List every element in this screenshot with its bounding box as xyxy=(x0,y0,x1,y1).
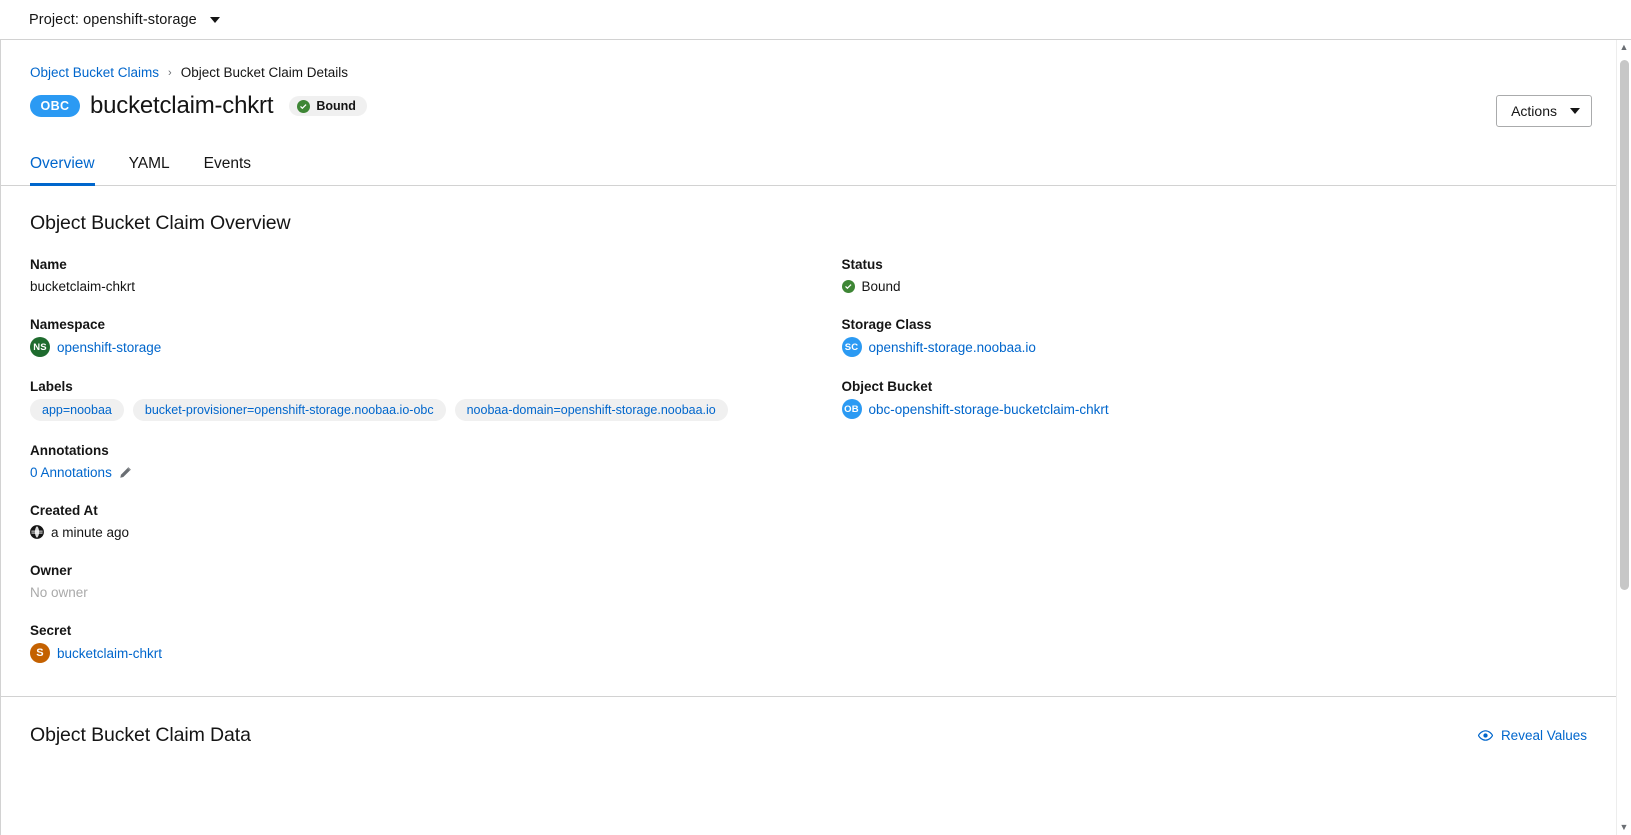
field-created-at-label: Created At xyxy=(30,503,98,518)
field-status-label: Status xyxy=(841,257,883,272)
project-selector-label: Project: openshift-storage xyxy=(29,11,197,28)
tab-overview[interactable]: Overview xyxy=(30,145,112,186)
annotations-link[interactable]: 0 Annotations xyxy=(30,465,112,480)
field-secret: Secret S bucketclaim-chkrt xyxy=(30,623,809,663)
breadcrumb-link-object-bucket-claims[interactable]: Object Bucket Claims xyxy=(30,65,159,80)
overview-section-title: Object Bucket Claim Overview xyxy=(30,212,291,234)
field-labels-label: Labels xyxy=(30,379,73,394)
chevron-down-icon xyxy=(209,16,220,23)
project-bar: Project: openshift-storage xyxy=(0,0,1631,40)
page-frame: Object Bucket Claims › Object Bucket Cla… xyxy=(0,40,1631,835)
resource-type-badge: OBC xyxy=(30,95,80,117)
field-annotations-value: 0 Annotations xyxy=(30,463,809,481)
field-owner-value: No owner xyxy=(30,584,88,600)
storage-class-link[interactable]: openshift-storage.noobaa.io xyxy=(869,340,1036,355)
data-section-title: Object Bucket Claim Data xyxy=(30,724,251,746)
field-created-at: Created At a minute ago xyxy=(30,503,809,541)
field-annotations: Annotations 0 Annotations xyxy=(30,443,809,481)
field-secret-value: S bucketclaim-chkrt xyxy=(30,643,809,663)
object-bucket-link[interactable]: obc-openshift-storage-bucketclaim-chkrt xyxy=(869,402,1109,417)
page-title: bucketclaim-chkrt xyxy=(90,92,274,119)
status-badge: Bound xyxy=(289,96,367,116)
project-selector[interactable]: Project: openshift-storage xyxy=(29,12,220,28)
field-owner-label: Owner xyxy=(30,563,73,578)
breadcrumb: Object Bucket Claims › Object Bucket Cla… xyxy=(1,40,1616,80)
field-storage-class-label: Storage Class xyxy=(841,317,932,332)
object-bucket-claim-data-section: Object Bucket Claim Data Reveal Values xyxy=(1,697,1616,747)
field-name: Name bucketclaim-chkrt xyxy=(30,257,809,295)
tab-events-label: Events xyxy=(203,155,252,172)
tab-events[interactable]: Events xyxy=(187,145,268,185)
namespace-badge-icon: NS xyxy=(30,337,50,357)
eye-icon xyxy=(1477,730,1493,741)
field-object-bucket: Object Bucket OB obc-openshift-storage-b… xyxy=(841,379,1588,419)
label-chip[interactable]: app=noobaa xyxy=(30,399,124,421)
caret-down-icon[interactable]: ▼ xyxy=(1617,820,1631,835)
actions-button-label: Actions xyxy=(1511,103,1557,119)
vertical-scrollbar[interactable]: ▲ ▼ xyxy=(1616,40,1631,835)
caret-up-icon[interactable]: ▲ xyxy=(1617,40,1631,55)
actions-button[interactable]: Actions xyxy=(1496,95,1592,127)
secret-badge-icon: S xyxy=(30,643,50,663)
tab-yaml[interactable]: YAML xyxy=(112,145,187,185)
page-header-left: OBC bucketclaim-chkrt Bound xyxy=(30,92,1496,120)
field-labels: Labels app=noobaa bucket-provisioner=ope… xyxy=(30,379,809,421)
overview-grid: Name bucketclaim-chkrt Namespace NS open… xyxy=(30,257,1587,663)
field-storage-class: Storage Class SC openshift-storage.nooba… xyxy=(841,317,1588,357)
field-object-bucket-label: Object Bucket xyxy=(841,379,933,394)
check-circle-icon xyxy=(841,279,855,293)
scrollbar-thumb[interactable] xyxy=(1620,60,1629,590)
field-owner: Owner No owner xyxy=(30,563,809,601)
field-secret-label: Secret xyxy=(30,623,72,638)
tab-yaml-label: YAML xyxy=(128,155,170,172)
tab-bar: Overview YAML Events xyxy=(1,145,1616,186)
storage-class-badge-icon: SC xyxy=(841,337,862,357)
field-status-value: Bound xyxy=(841,277,1588,295)
labels-chip-list: app=noobaa bucket-provisioner=openshift-… xyxy=(30,399,809,421)
field-name-value: bucketclaim-chkrt xyxy=(30,278,136,294)
field-status: Status Bound xyxy=(841,257,1588,295)
globe-icon xyxy=(30,525,44,539)
field-created-at-value: a minute ago xyxy=(30,523,809,541)
secret-link[interactable]: bucketclaim-chkrt xyxy=(57,646,162,661)
tab-overview-label: Overview xyxy=(30,155,95,172)
chevron-down-icon xyxy=(1570,108,1580,114)
pencil-icon[interactable] xyxy=(119,466,132,479)
field-namespace: Namespace NS openshift-storage xyxy=(30,317,809,357)
reveal-values-label: Reveal Values xyxy=(1500,728,1587,743)
object-bucket-badge-icon: OB xyxy=(841,399,862,419)
field-object-bucket-value: OB obc-openshift-storage-bucketclaim-chk… xyxy=(841,399,1588,419)
page-header: OBC bucketclaim-chkrt Bound Actions xyxy=(1,80,1616,127)
status-text: Bound xyxy=(861,278,901,294)
overview-section: Object Bucket Claim Overview Name bucket… xyxy=(1,186,1616,663)
created-at-text: a minute ago xyxy=(51,524,130,540)
label-chip[interactable]: bucket-provisioner=openshift-storage.noo… xyxy=(132,399,446,421)
label-chip[interactable]: noobaa-domain=openshift-storage.noobaa.i… xyxy=(454,399,728,421)
content-column: Object Bucket Claims › Object Bucket Cla… xyxy=(0,40,1616,835)
overview-left-column: Name bucketclaim-chkrt Namespace NS open… xyxy=(30,257,809,663)
field-namespace-value: NS openshift-storage xyxy=(30,337,809,357)
status-badge-label: Bound xyxy=(316,99,356,113)
breadcrumb-current: Object Bucket Claim Details xyxy=(180,65,349,80)
field-storage-class-value: SC openshift-storage.noobaa.io xyxy=(841,337,1588,357)
field-namespace-label: Namespace xyxy=(30,317,106,332)
breadcrumb-separator-icon: › xyxy=(168,66,172,79)
overview-right-column: Status Bound Storage Class SC openshift-… xyxy=(809,257,1588,663)
namespace-link[interactable]: openshift-storage xyxy=(57,340,161,355)
check-circle-icon xyxy=(297,99,311,113)
field-annotations-label: Annotations xyxy=(30,443,109,458)
reveal-values-button[interactable]: Reveal Values xyxy=(1477,728,1587,743)
field-name-label: Name xyxy=(30,257,67,272)
